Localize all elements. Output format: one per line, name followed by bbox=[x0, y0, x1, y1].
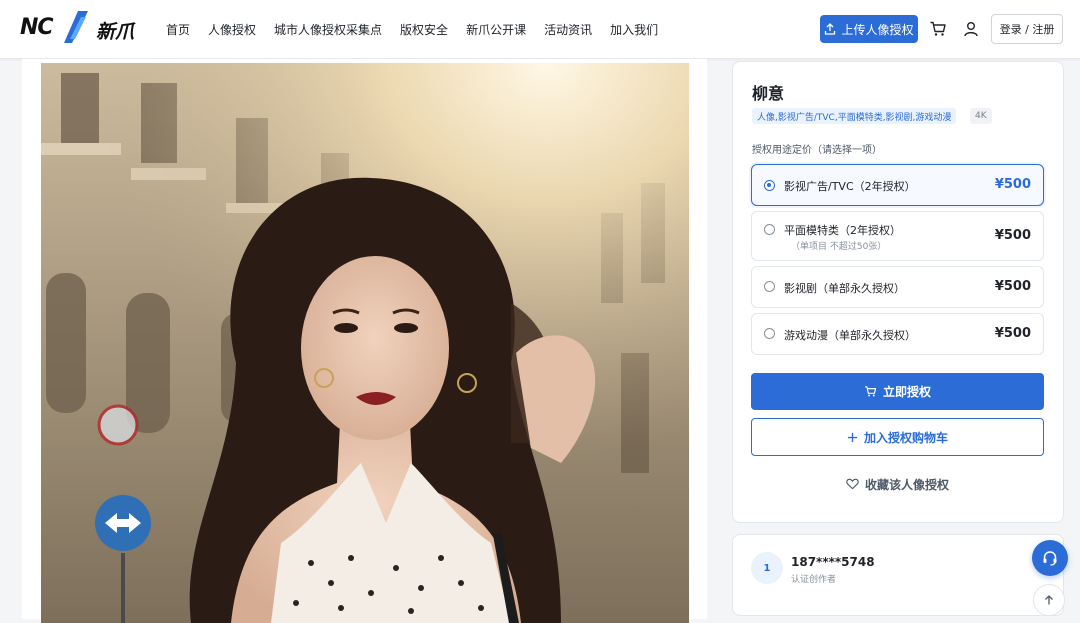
add-to-cart-label: 加入授权购物车 bbox=[863, 430, 948, 445]
buy-license-button[interactable]: 立即授权 bbox=[751, 373, 1044, 410]
license-option-tvc[interactable]: 影视广告/TVC（2年授权） ¥500 bbox=[751, 164, 1044, 206]
nav-item-join-us[interactable]: 加入我们 bbox=[610, 21, 658, 38]
favorite-label: 收藏该人像授权 bbox=[864, 477, 949, 492]
resolution-tag: 4K bbox=[970, 108, 992, 124]
radio-icon[interactable] bbox=[764, 224, 775, 235]
heart-icon bbox=[846, 478, 859, 490]
option-label: 平面模特类（2年授权） bbox=[784, 224, 901, 237]
site-logo[interactable]: NC 新爪 bbox=[20, 11, 146, 47]
option-label: 游戏动漫（单部永久授权） bbox=[784, 329, 916, 342]
creator-name: 187****5748 bbox=[791, 555, 875, 569]
option-label: 影视广告/TVC（2年授权） bbox=[784, 180, 916, 193]
favorite-button[interactable]: 收藏该人像授权 bbox=[751, 472, 1044, 496]
avatar: 1 bbox=[751, 552, 783, 584]
buy-license-label: 立即授权 bbox=[882, 385, 931, 399]
upload-icon bbox=[825, 23, 836, 35]
creator-role: 认证创作者 bbox=[791, 575, 837, 585]
nav-item-city-collection-points[interactable]: 城市人像授权采集点 bbox=[274, 21, 382, 38]
back-to-top-button[interactable] bbox=[1033, 584, 1065, 616]
option-price: ¥500 bbox=[994, 326, 1031, 341]
portrait-info-card: 柳意 人像,影视广告/TVC,平面模特类,影视剧,游戏动漫 4K 授权用途定价（… bbox=[732, 61, 1064, 523]
user-icon[interactable] bbox=[962, 20, 980, 38]
logo-slash-icon bbox=[64, 11, 88, 43]
usage-types-tag: 人像,影视广告/TVC,平面模特类,影视剧,游戏动漫 bbox=[752, 108, 957, 124]
radio-selected-icon[interactable] bbox=[764, 180, 775, 191]
cart-icon bbox=[865, 386, 877, 397]
top-header: NC 新爪 首页 人像授权 城市人像授权采集点 版权安全 新爪公开课 活动资讯 … bbox=[0, 0, 1080, 59]
portrait-illustration bbox=[41, 63, 689, 623]
license-option-print-model[interactable]: 平面模特类（2年授权） （单项目 不超过50张） ¥500 bbox=[751, 211, 1044, 261]
nav-item-open-course[interactable]: 新爪公开课 bbox=[466, 21, 526, 38]
arrow-up-icon bbox=[1045, 595, 1053, 605]
cart-icon[interactable] bbox=[929, 20, 947, 38]
creator-card[interactable]: 1 187****5748 认证创作者 bbox=[732, 534, 1064, 616]
portrait-photo[interactable] bbox=[41, 63, 689, 623]
option-label: 影视剧（单部永久授权） bbox=[784, 282, 905, 295]
portrait-name: 柳意 bbox=[752, 84, 785, 103]
price-section-label: 授权用途定价（请选择一项） bbox=[752, 145, 882, 156]
customer-support-button[interactable] bbox=[1032, 540, 1068, 576]
main-nav: 首页 人像授权 城市人像授权采集点 版权安全 新爪公开课 活动资讯 加入我们 bbox=[166, 0, 676, 58]
option-price: ¥500 bbox=[994, 279, 1031, 294]
radio-icon[interactable] bbox=[764, 281, 775, 292]
logo-mark: NC bbox=[20, 15, 54, 40]
nav-item-events[interactable]: 活动资讯 bbox=[544, 21, 592, 38]
license-option-film-tv[interactable]: 影视剧（单部永久授权） ¥500 bbox=[751, 266, 1044, 308]
nav-item-home[interactable]: 首页 bbox=[166, 21, 190, 38]
nav-item-copyright-security[interactable]: 版权安全 bbox=[400, 21, 448, 38]
option-sublabel: （单项目 不超过50张） bbox=[791, 242, 887, 252]
plus-icon bbox=[847, 432, 858, 442]
option-price: ¥500 bbox=[994, 177, 1031, 192]
upload-portrait-button[interactable]: 上传人像授权 bbox=[820, 15, 918, 43]
photo-panel bbox=[22, 59, 707, 623]
radio-icon[interactable] bbox=[764, 328, 775, 339]
license-option-game-anime[interactable]: 游戏动漫（单部永久授权） ¥500 bbox=[751, 313, 1044, 355]
option-price: ¥500 bbox=[994, 228, 1031, 243]
nav-item-portrait-license[interactable]: 人像授权 bbox=[208, 21, 256, 38]
add-to-cart-button[interactable]: 加入授权购物车 bbox=[751, 418, 1044, 456]
headset-icon bbox=[1043, 551, 1057, 566]
login-register-button[interactable]: 登录 / 注册 bbox=[991, 14, 1063, 44]
logo-text: 新爪 bbox=[96, 21, 135, 43]
upload-portrait-label: 上传人像授权 bbox=[841, 22, 914, 37]
